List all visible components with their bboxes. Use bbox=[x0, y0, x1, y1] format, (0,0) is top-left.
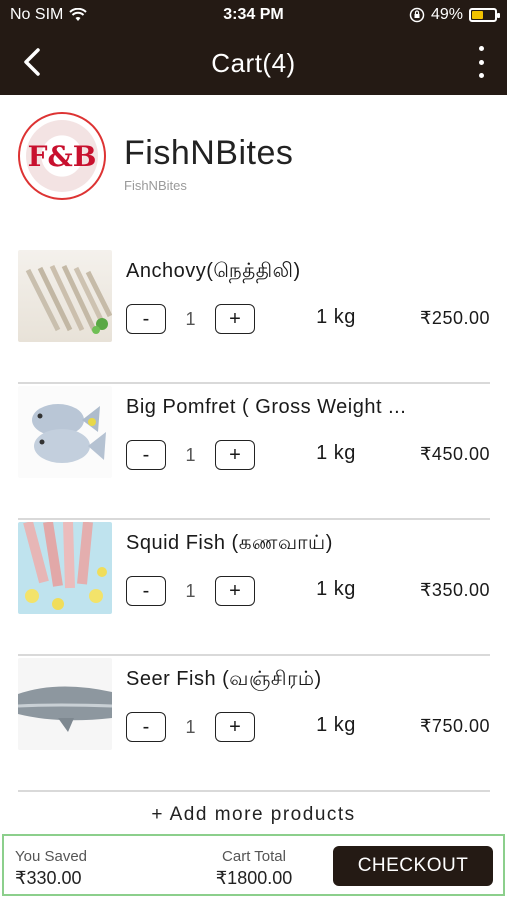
cart-item: Big Pomfret ( Gross Weight ... - 1 + 1 k… bbox=[18, 384, 490, 520]
product-unit: 1 kg bbox=[316, 714, 356, 736]
product-price: ₹250.00 bbox=[419, 308, 490, 328]
cart-item: Squid Fish (கணவாய்) - 1 + 1 kg ₹350.00 bbox=[18, 520, 490, 656]
product-image-squid[interactable] bbox=[18, 522, 112, 614]
product-name: Big Pomfret ( Gross Weight ... bbox=[126, 396, 407, 418]
cart-item: Seer Fish (வஞ்சிரம்) - 1 + 1 kg ₹750.00 bbox=[18, 656, 490, 792]
product-unit: 1 kg bbox=[316, 306, 356, 328]
battery-percent: 49% bbox=[430, 6, 463, 23]
decrease-quantity-button[interactable]: - bbox=[126, 440, 166, 470]
product-name: Seer Fish (வஞ்சிரம்) bbox=[126, 668, 322, 690]
product-image-anchovy[interactable] bbox=[18, 250, 112, 342]
product-unit: 1 kg bbox=[316, 442, 356, 464]
app-header: Cart(4) bbox=[0, 30, 507, 95]
decrease-quantity-button[interactable]: - bbox=[126, 304, 166, 334]
cart-footer: You Saved ₹330.00 Cart Total ₹1800.00 CH… bbox=[2, 834, 505, 896]
product-unit: 1 kg bbox=[316, 578, 356, 600]
quantity-value: 1 bbox=[185, 309, 196, 329]
store-header: F&B FishNBites FishNBites bbox=[18, 112, 488, 202]
cart-total-value: ₹1800.00 bbox=[215, 868, 293, 888]
top-bar: No SIM 3:34 PM 49% Cart(4) bbox=[0, 0, 507, 95]
store-name: FishNBites bbox=[124, 134, 294, 172]
page-title: Cart(4) bbox=[211, 48, 296, 78]
product-price: ₹450.00 bbox=[419, 444, 490, 464]
increase-quantity-button[interactable]: + bbox=[215, 304, 255, 334]
quantity-value: 1 bbox=[185, 717, 196, 737]
product-image-seer-fish[interactable] bbox=[18, 658, 112, 750]
orientation-lock-icon bbox=[409, 7, 425, 23]
increase-quantity-button[interactable]: + bbox=[215, 712, 255, 742]
increase-quantity-button[interactable]: + bbox=[215, 576, 255, 606]
saved-value: ₹330.00 bbox=[15, 868, 82, 888]
store-subtitle: FishNBites bbox=[124, 178, 187, 193]
quantity-value: 1 bbox=[185, 581, 196, 601]
status-bar: No SIM 3:34 PM 49% bbox=[0, 0, 507, 30]
quantity-value: 1 bbox=[185, 445, 196, 465]
checkout-button[interactable]: CHECKOUT bbox=[333, 846, 493, 886]
decrease-quantity-button[interactable]: - bbox=[126, 576, 166, 606]
more-menu-button[interactable] bbox=[473, 46, 489, 78]
add-more-products-link[interactable]: + Add more products bbox=[0, 804, 507, 826]
product-name: Squid Fish (கணவாய்) bbox=[126, 532, 333, 554]
product-image-pomfret[interactable] bbox=[18, 386, 112, 478]
battery-icon bbox=[469, 8, 500, 22]
cart-item: Anchovy(நெத்திலி) - 1 + 1 kg ₹250.00 bbox=[18, 248, 490, 384]
more-vertical-icon bbox=[478, 46, 484, 51]
product-price: ₹750.00 bbox=[419, 716, 490, 736]
store-logo: F&B bbox=[18, 112, 106, 200]
status-right: 49% bbox=[409, 6, 500, 24]
saved-label: You Saved bbox=[15, 848, 88, 865]
battery-fill bbox=[472, 11, 483, 19]
cart-items-list: Anchovy(நெத்திலி) - 1 + 1 kg ₹250.00 Big… bbox=[18, 248, 490, 792]
decrease-quantity-button[interactable]: - bbox=[126, 712, 166, 742]
increase-quantity-button[interactable]: + bbox=[215, 440, 255, 470]
store-logo-mark: F&B bbox=[26, 120, 98, 192]
cart-total-label: Cart Total bbox=[222, 848, 286, 865]
product-price: ₹350.00 bbox=[419, 580, 490, 600]
product-name: Anchovy(நெத்திலி) bbox=[126, 260, 301, 282]
